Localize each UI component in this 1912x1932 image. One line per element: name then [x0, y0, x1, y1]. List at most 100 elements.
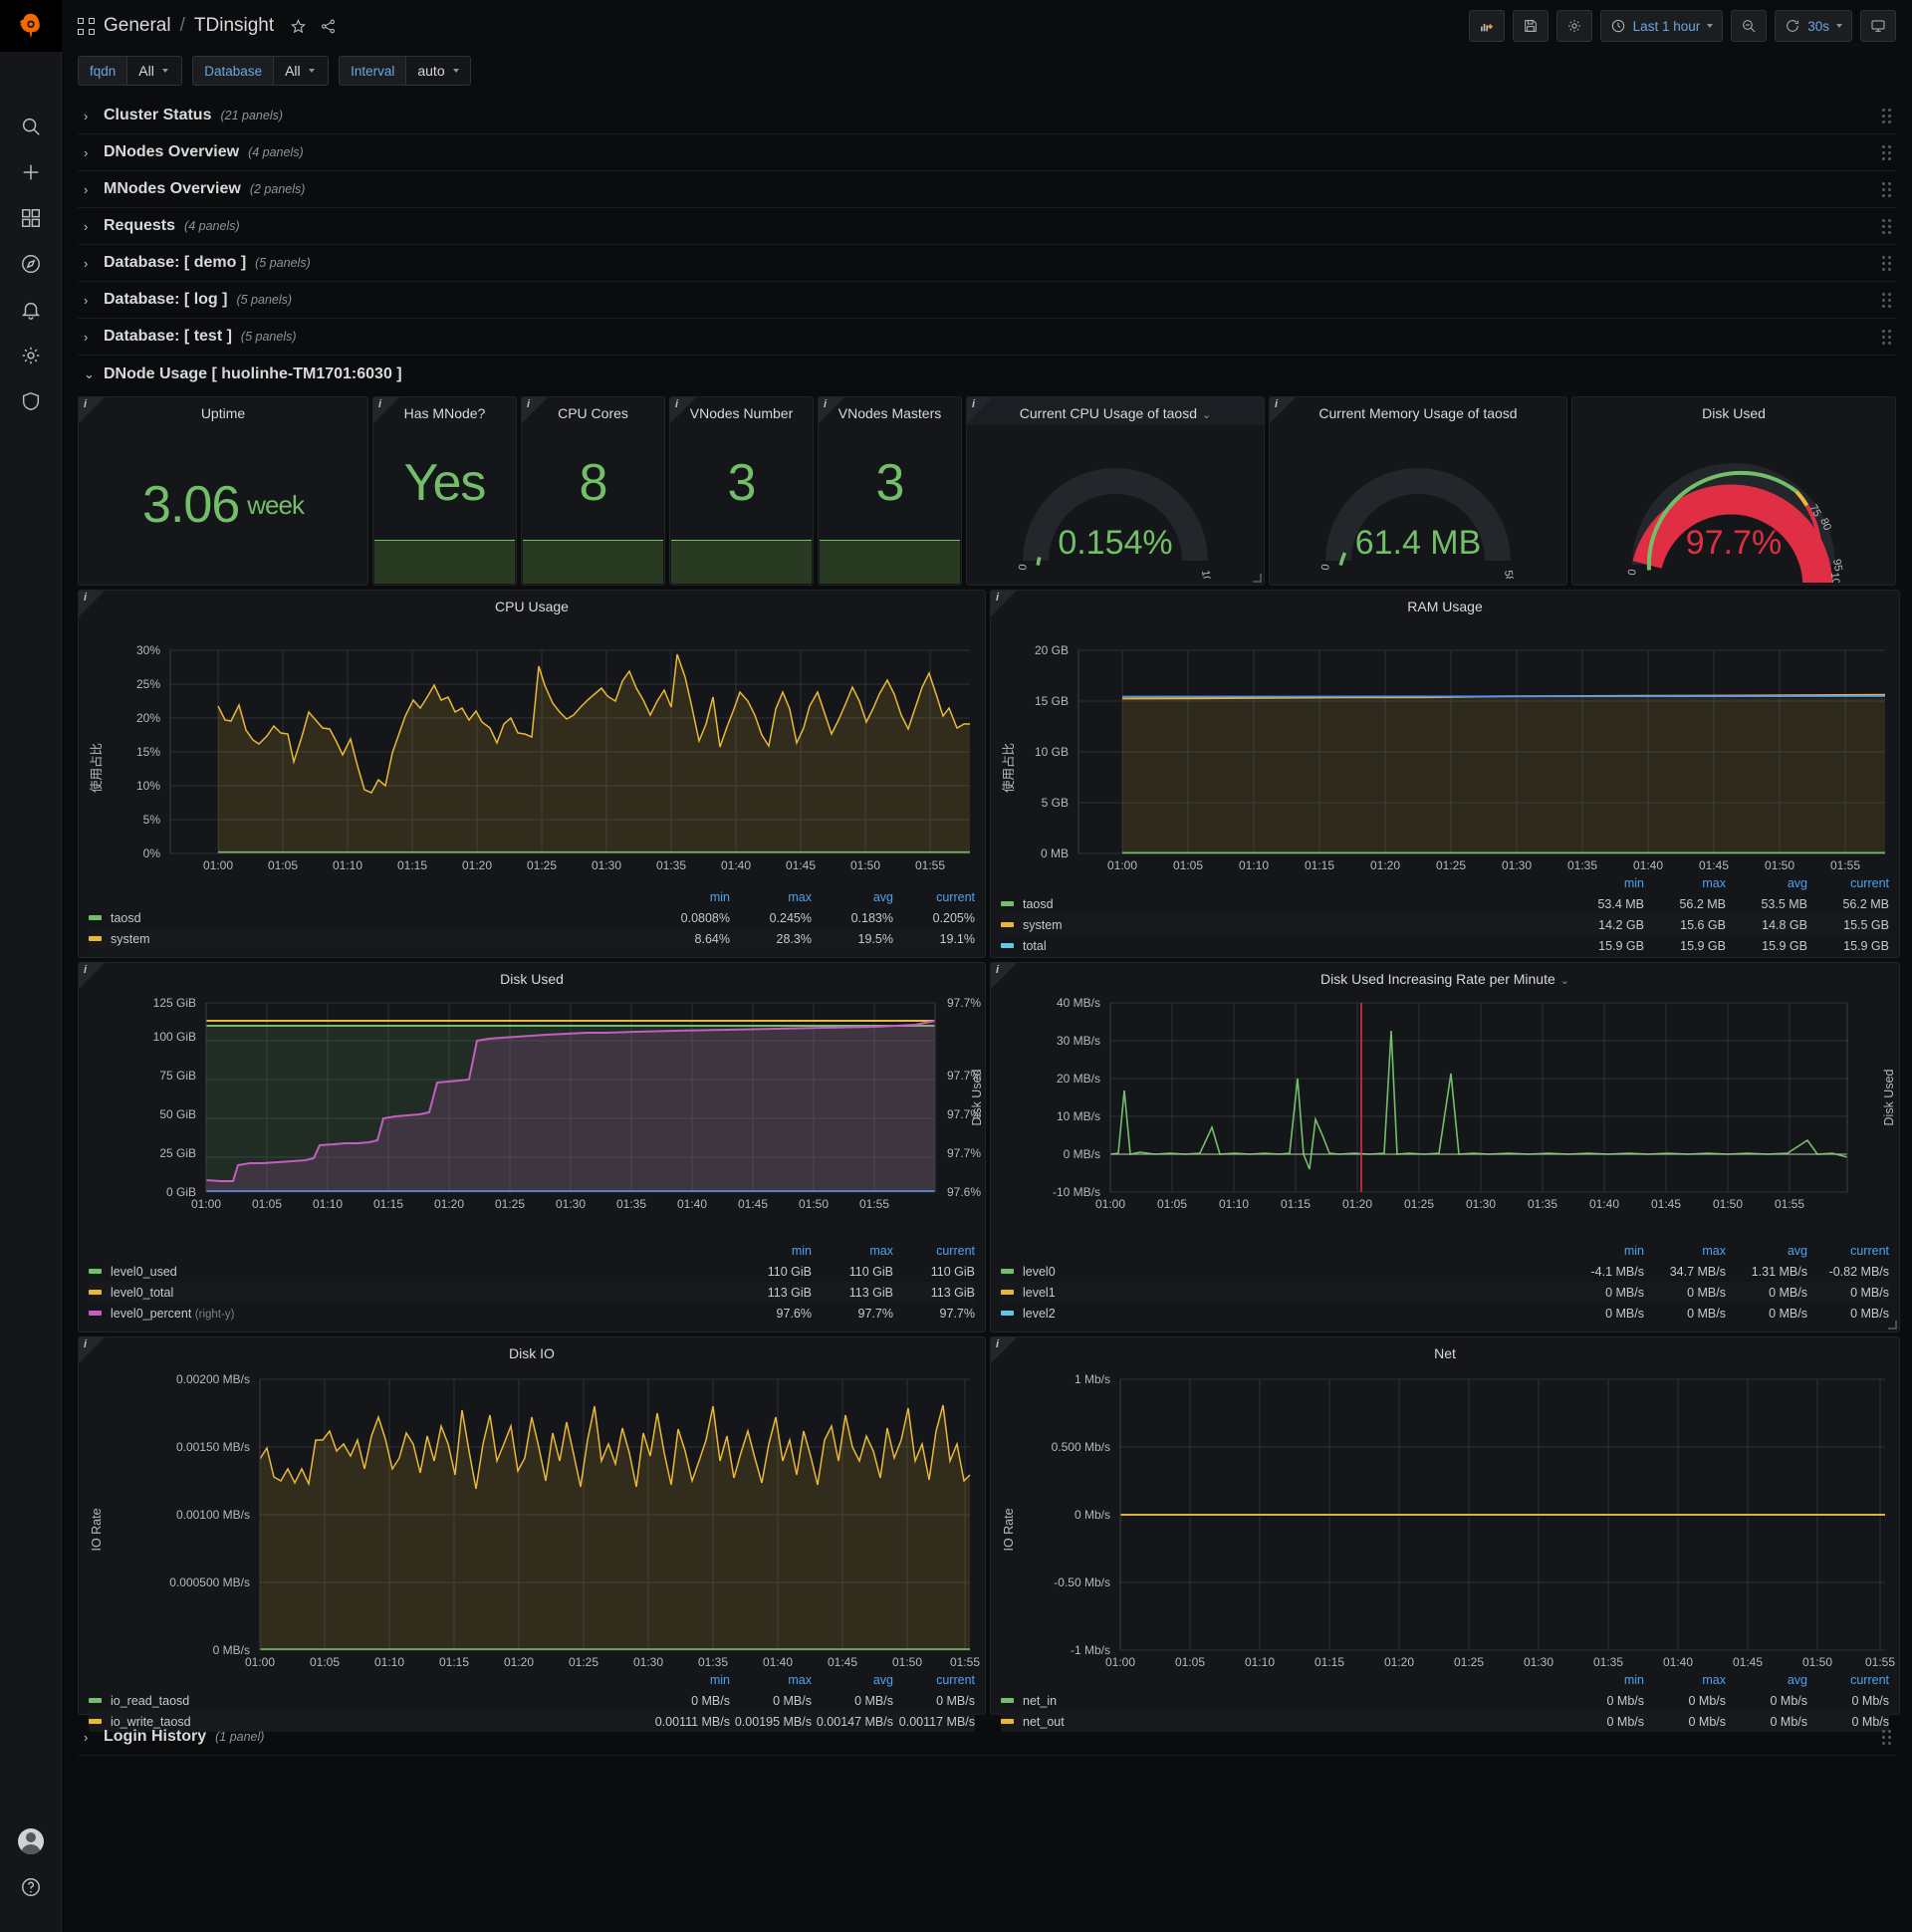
sidebar-item-search[interactable] — [0, 104, 62, 149]
row-database-test[interactable]: › Database: [ test ] (5 panels) — [78, 319, 1896, 356]
panel-info-corner[interactable] — [79, 963, 105, 989]
legend-col-min[interactable]: min — [1562, 1244, 1644, 1258]
plot-net[interactable]: IO Rate -1 Mb/s -0.50 Mb/s 0 Mb/s 0.500 … — [991, 1365, 1899, 1671]
add-panel-button[interactable] — [1468, 10, 1505, 42]
row-drag-handle[interactable] — [1880, 255, 1892, 271]
panel-resize-handle[interactable] — [1888, 1321, 1897, 1329]
row-requests[interactable]: › Requests (4 panels) — [78, 208, 1896, 245]
legend-col-max[interactable]: max — [812, 1244, 893, 1258]
legend-color-swatch[interactable] — [89, 1311, 102, 1316]
legend-col-avg[interactable]: avg — [812, 890, 893, 904]
plot-disk-io[interactable]: IO Rate 0 MB/s 0.000500 MB/s 0.00100 MB/… — [79, 1365, 985, 1671]
panel-info-corner[interactable] — [670, 397, 696, 423]
row-drag-handle[interactable] — [1880, 1729, 1892, 1745]
breadcrumb-folder[interactable]: General — [104, 15, 171, 37]
row-drag-handle[interactable] — [1880, 292, 1892, 308]
panel-cpu-usage[interactable]: i CPU Usage 使用占比 0% 5% 10% 15% 20% 25% 3… — [78, 590, 986, 958]
legend-col-avg[interactable]: avg — [1726, 876, 1807, 890]
plot-disk-rate[interactable]: -10 MB/s 0 MB/s 10 MB/s 20 MB/s 30 MB/s … — [991, 991, 1899, 1242]
panel-info-icon[interactable]: i — [824, 398, 827, 410]
chevron-down-icon[interactable]: ⌄ — [1560, 974, 1569, 987]
row-drag-handle[interactable] — [1880, 181, 1892, 197]
row-dnode-usage[interactable]: ⌄ DNode Usage [ huolinhe-TM1701:6030 ] — [78, 356, 1896, 392]
panel-net[interactable]: i Net IO Rate -1 Mb/s -0.50 Mb/s 0 Mb/s … — [990, 1336, 1900, 1732]
panel-info-corner[interactable] — [373, 397, 399, 423]
zoom-out-button[interactable] — [1731, 10, 1768, 42]
breadcrumb-dashboard-title[interactable]: TDinsight — [194, 15, 274, 37]
share-button[interactable] — [320, 18, 337, 35]
panel-info-icon[interactable]: i — [527, 398, 530, 410]
legend-row-net-in[interactable]: net_in 0 Mb/s 0 Mb/s 0 Mb/s 0 Mb/s — [1001, 1690, 1889, 1711]
dashboard-settings-button[interactable] — [1555, 10, 1592, 42]
legend-col-max[interactable]: max — [1644, 1244, 1726, 1258]
row-database-log[interactable]: › Database: [ log ] (5 panels) — [78, 282, 1896, 319]
legend-col-max[interactable]: max — [730, 890, 812, 904]
legend-col-avg[interactable]: avg — [1726, 1673, 1807, 1687]
panel-info-corner[interactable] — [991, 1337, 1017, 1363]
panel-info-icon[interactable]: i — [972, 398, 975, 410]
legend-row-level0-percent[interactable]: level0_percent (right-y) 97.6% 97.7% 97.… — [89, 1303, 975, 1324]
legend-col-current[interactable]: current — [1807, 1673, 1889, 1687]
row-drag-handle[interactable] — [1880, 329, 1892, 345]
panel-vnodes-masters[interactable]: i VNodes Masters 3 — [818, 396, 962, 586]
panel-disk-used-graph[interactable]: i Disk Used 0 GiB 25 GiB 50 GiB 75 GiB 1… — [78, 962, 986, 1332]
grafana-logo-icon[interactable] — [0, 0, 62, 52]
panel-info-icon[interactable]: i — [1275, 398, 1278, 410]
panel-disk-used-increasing-rate[interactable]: i Disk Used Increasing Rate per Minute ⌄ … — [990, 962, 1900, 1332]
row-database-demo[interactable]: › Database: [ demo ] (5 panels) — [78, 245, 1896, 282]
legend-col-min[interactable]: min — [648, 1673, 730, 1687]
panel-info-icon[interactable]: i — [84, 1338, 87, 1350]
panel-info-icon[interactable]: i — [84, 398, 87, 410]
row-dnodes-overview[interactable]: › DNodes Overview (4 panels) — [78, 134, 1896, 171]
panel-disk-io[interactable]: i Disk IO IO Rate 0 MB/s 0.000500 MB/s 0… — [78, 1336, 986, 1732]
save-dashboard-button[interactable] — [1512, 10, 1549, 42]
panel-info-icon[interactable]: i — [84, 592, 87, 604]
panel-info-corner[interactable] — [79, 397, 105, 423]
legend-color-swatch[interactable] — [1001, 943, 1014, 948]
legend-color-swatch[interactable] — [1001, 1269, 1014, 1274]
legend-col-min[interactable]: min — [1562, 1673, 1644, 1687]
legend-row-level2[interactable]: level2 0 MB/s 0 MB/s 0 MB/s 0 MB/s — [1001, 1303, 1889, 1324]
legend-col-current[interactable]: current — [893, 1244, 975, 1258]
variable-interval-select[interactable]: auto — [405, 56, 471, 86]
panel-info-icon[interactable]: i — [84, 964, 87, 976]
legend-row-system[interactable]: system 14.2 GB 15.6 GB 14.8 GB 15.5 GB — [1001, 914, 1889, 935]
panel-info-corner[interactable] — [991, 963, 1017, 989]
panel-info-corner[interactable] — [79, 1337, 105, 1363]
sidebar-item-explore[interactable] — [0, 241, 62, 287]
panel-header[interactable]: Current CPU Usage of taosd ⌄ — [967, 397, 1264, 425]
variable-fqdn-select[interactable]: All — [126, 56, 183, 86]
plot-disk-used[interactable]: 0 GiB 25 GiB 50 GiB 75 GiB 100 GiB 125 G… — [79, 991, 985, 1242]
legend-color-swatch[interactable] — [89, 936, 102, 941]
legend-color-swatch[interactable] — [1001, 1698, 1014, 1703]
legend-col-max[interactable]: max — [1644, 1673, 1726, 1687]
legend-color-swatch[interactable] — [1001, 1290, 1014, 1295]
legend-col-max[interactable]: max — [1644, 876, 1726, 890]
panel-disk-used-gauge[interactable]: Disk Used 0 75 80 95 100 97.7% — [1571, 396, 1896, 586]
legend-col-current[interactable]: current — [1807, 1244, 1889, 1258]
panel-current-cpu-usage-of-taosd[interactable]: i Current CPU Usage of taosd ⌄ 0 100 0.15… — [966, 396, 1265, 586]
panel-current-memory-usage-of-taosd[interactable]: i Current Memory Usage of taosd 0 58G 61… — [1269, 396, 1567, 586]
panel-info-icon[interactable]: i — [996, 592, 999, 604]
sidebar-item-help[interactable] — [0, 1864, 62, 1910]
sidebar-item-server-admin[interactable] — [0, 378, 62, 424]
legend-color-swatch[interactable] — [89, 1269, 102, 1274]
time-range-picker[interactable]: Last 1 hour — [1599, 10, 1724, 42]
plot-cpu-usage[interactable]: 使用占比 0% 5% 10% 15% 20% 25% 30% 01:00 01:… — [79, 618, 985, 888]
sidebar-item-dashboards[interactable] — [0, 195, 62, 241]
panel-info-corner[interactable] — [1270, 397, 1296, 423]
legend-col-current[interactable]: current — [893, 890, 975, 904]
legend-col-min[interactable]: min — [648, 890, 730, 904]
panel-has-mnode[interactable]: i Has MNode? Yes — [372, 396, 517, 586]
kiosk-mode-button[interactable] — [1860, 10, 1896, 42]
row-drag-handle[interactable] — [1880, 218, 1892, 234]
row-cluster-status[interactable]: › Cluster Status (21 panels) — [78, 98, 1896, 134]
legend-col-min[interactable]: min — [1562, 876, 1644, 890]
legend-color-swatch[interactable] — [1001, 901, 1014, 906]
panel-info-icon[interactable]: i — [996, 964, 999, 976]
legend-col-max[interactable]: max — [730, 1673, 812, 1687]
row-drag-handle[interactable] — [1880, 144, 1892, 160]
row-login-history[interactable]: › Login History (1 panel) — [78, 1719, 1896, 1756]
legend-color-swatch[interactable] — [89, 1290, 102, 1295]
legend-row-total[interactable]: total 15.9 GB 15.9 GB 15.9 GB 15.9 GB — [1001, 935, 1889, 956]
